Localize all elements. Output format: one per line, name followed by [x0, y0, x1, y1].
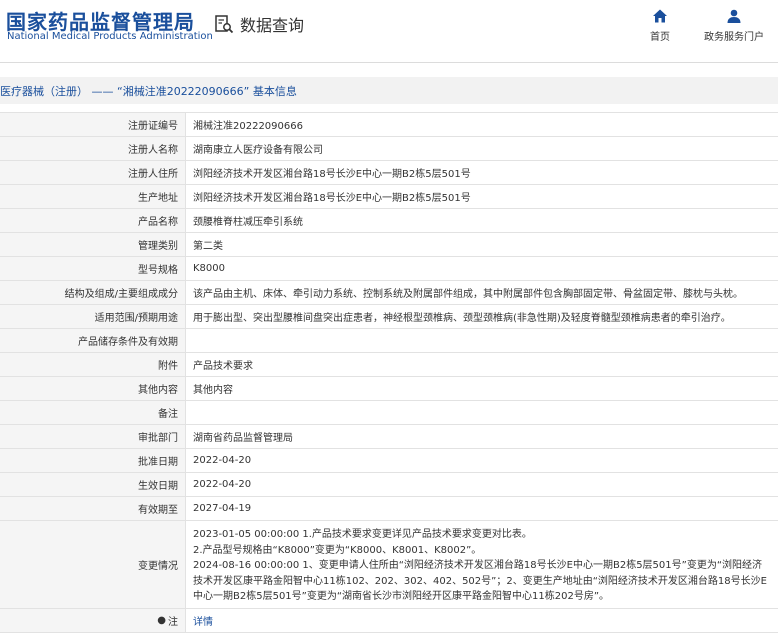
field-value: 用于膨出型、突出型腰椎间盘突出症患者，神经根型颈椎病、颈型颈椎病(非急性期)及轻… — [193, 313, 731, 324]
table-row: 管理类别 第二类 — [0, 233, 778, 257]
field-label: 注册证编号 — [0, 113, 186, 136]
field-value: 产品技术要求 — [193, 361, 253, 372]
info-table: 注册证编号 湘械注准20222090666 注册人名称 湖南康立人医疗设备有限公司 … — [0, 112, 778, 633]
details-link[interactable]: 详情 — [193, 613, 213, 628]
table-row: 结构及组成/主要组成成分 该产品由主机、床体、牵引动力系统、控制系统及附属部件组成… — [0, 281, 778, 305]
field-label: 变更情况 — [0, 521, 186, 608]
change-line: 2023-01-05 00:00:00 1.产品技术要求变更详见产品技术要求变更… — [193, 529, 532, 540]
table-row: 生效日期 2022-04-20 — [0, 473, 778, 497]
field-value: K8000 — [193, 263, 226, 274]
header-divider — [0, 62, 778, 63]
nav-portal-label: 政务服务门户 — [704, 32, 764, 43]
field-value: 2027-04-19 — [193, 503, 252, 514]
field-label: 产品名称 — [0, 209, 186, 232]
field-label: 有效期至 — [0, 497, 186, 520]
nav-service-portal[interactable]: 政务服务门户 — [704, 8, 764, 43]
field-label: 生产地址 — [0, 185, 186, 208]
nav-home-label: 首页 — [650, 32, 670, 43]
table-row: 型号规格 K8000 — [0, 257, 778, 281]
field-label: 审批部门 — [0, 425, 186, 448]
breadcrumb: 医疗器械（注册） —— “湘械注准20222090666” 基本信息 — [0, 85, 297, 98]
bullet-icon: ● — [157, 615, 166, 626]
table-row: 审批部门 湖南省药品监督管理局 — [0, 425, 778, 449]
breadcrumb-bar: 医疗器械（注册） —— “湘械注准20222090666” 基本信息 — [0, 77, 778, 104]
table-row: 备注 — [0, 401, 778, 425]
change-line: 2.产品型号规格由“K8000”变更为“K8000、K8001、K8002”。 — [193, 544, 482, 556]
site-logo-en[interactable]: National Medical Products Administration — [7, 31, 213, 42]
field-value — [186, 329, 778, 352]
field-label: 结构及组成/主要组成成分 — [0, 281, 186, 304]
table-row: 适用范围/预期用途 用于膨出型、突出型腰椎间盘突出症患者，神经根型颈椎病、颈型颈椎… — [0, 305, 778, 329]
note-label: 注 — [168, 617, 178, 628]
field-value: 其他内容 — [193, 385, 233, 396]
site-header: 国家药品监督管理局 National Medical Products Admi… — [0, 0, 778, 56]
user-icon — [727, 9, 741, 23]
home-icon — [653, 9, 667, 23]
nav-home[interactable]: 首页 — [650, 8, 670, 43]
field-label: 备注 — [0, 401, 186, 424]
table-row: 产品储存条件及有效期 — [0, 329, 778, 353]
table-row: 注册人名称 湖南康立人医疗设备有限公司 — [0, 137, 778, 161]
field-value — [186, 401, 778, 424]
field-label: 注册人住所 — [0, 161, 186, 184]
table-row-note: ● 注 详情 — [0, 609, 778, 633]
field-label: 其他内容 — [0, 377, 186, 400]
data-query-link[interactable]: 数据查询 — [214, 12, 304, 36]
document-search-icon — [215, 15, 234, 34]
field-value: 该产品由主机、床体、牵引动力系统、控制系统及附属部件组成，其中附属部件包含胸部固… — [193, 289, 743, 300]
note-value: 详情 — [186, 609, 778, 632]
field-label: 型号规格 — [0, 257, 186, 280]
data-query-label: 数据查询 — [240, 16, 305, 35]
field-label: 产品储存条件及有效期 — [0, 329, 186, 352]
table-row: 注册人住所 浏阳经济技术开发区湘台路18号长沙E中心一期B2栋5层501号 — [0, 161, 778, 185]
field-value: 湖南康立人医疗设备有限公司 — [193, 145, 323, 156]
field-label: 注册人名称 — [0, 137, 186, 160]
field-value: 2022-04-20 — [193, 455, 252, 466]
field-label: 附件 — [0, 353, 186, 376]
field-label: 适用范围/预期用途 — [0, 305, 186, 328]
table-row: 批准日期 2022-04-20 — [0, 449, 778, 473]
field-value: 浏阳经济技术开发区湘台路18号长沙E中心一期B2栋5层501号 — [193, 169, 471, 180]
note-label-cell: ● 注 — [0, 609, 186, 632]
table-row: 注册证编号 湘械注准20222090666 — [0, 113, 778, 137]
table-row: 其他内容 其他内容 — [0, 377, 778, 401]
field-label: 生效日期 — [0, 473, 186, 496]
field-value: 湖南省药品监督管理局 — [193, 433, 293, 444]
field-value: 颈腰椎脊柱减压牵引系统 — [193, 217, 303, 228]
table-row: 产品名称 颈腰椎脊柱减压牵引系统 — [0, 209, 778, 233]
field-value: 浏阳经济技术开发区湘台路18号长沙E中心一期B2栋5层501号 — [193, 193, 471, 204]
table-row: 附件 产品技术要求 — [0, 353, 778, 377]
field-value: 湘械注准20222090666 — [193, 121, 303, 132]
field-value: 第二类 — [193, 241, 223, 252]
field-label: 批准日期 — [0, 449, 186, 472]
field-label: 管理类别 — [0, 233, 186, 256]
change-line: 2024-08-16 00:00:00 1、变更申请人住所由“浏阳经济技术开发区… — [193, 560, 767, 602]
table-row-changes: 变更情况 2023-01-05 00:00:00 1.产品技术要求变更详见产品技… — [0, 521, 778, 609]
change-history: 2023-01-05 00:00:00 1.产品技术要求变更详见产品技术要求变更… — [186, 521, 778, 608]
table-row: 有效期至 2027-04-19 — [0, 497, 778, 521]
field-value: 2022-04-20 — [193, 479, 252, 490]
table-row: 生产地址 浏阳经济技术开发区湘台路18号长沙E中心一期B2栋5层501号 — [0, 185, 778, 209]
